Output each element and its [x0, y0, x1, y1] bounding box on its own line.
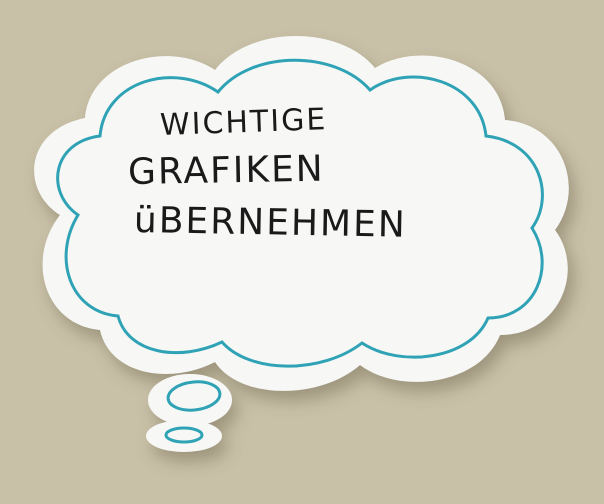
note-line-2: GRAFIKEN — [127, 148, 326, 193]
photo-scene: WICHTIGE GRAFIKEN üBERNEHMEN — [0, 0, 604, 504]
note-line-3: üBERNEHMEN — [133, 200, 408, 246]
note-line-1: WICHTIGE — [159, 102, 328, 143]
thought-bubble-sticker — [34, 35, 569, 452]
paper-cloud — [34, 35, 569, 452]
